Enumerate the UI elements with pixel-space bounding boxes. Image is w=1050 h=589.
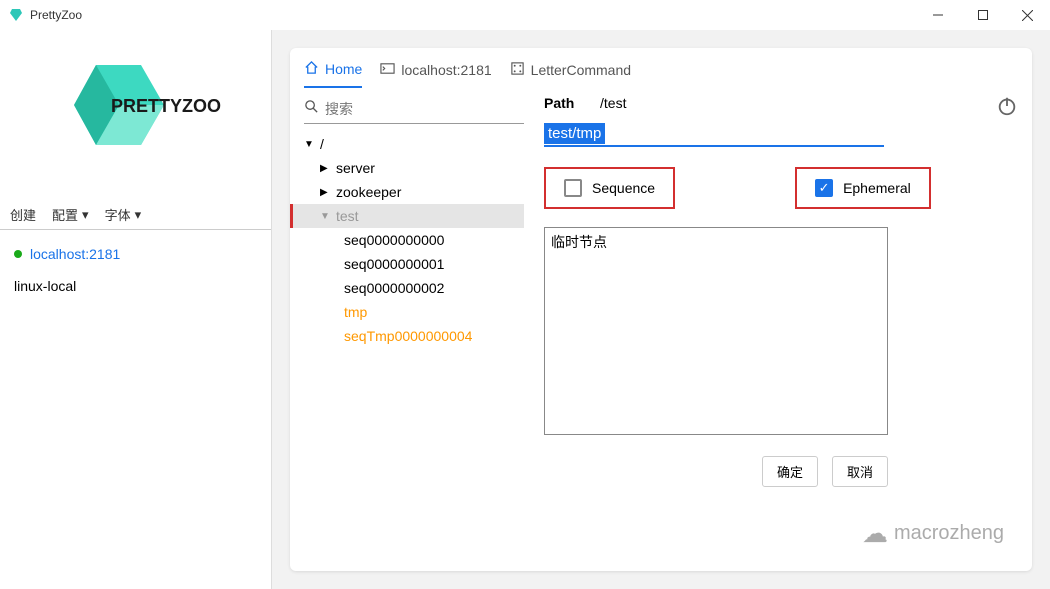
tree-pane: ▼/ ▶server ▶zookeeper ▼test seq000000000… [304,95,524,557]
home-icon [304,60,319,78]
search-row [304,95,524,124]
panel: Home localhost:2181 LetterCommand [290,48,1032,571]
svg-text:PRETTYZOO: PRETTYZOO [111,96,221,116]
server-item-linux-local[interactable]: linux-local [0,270,271,302]
ok-button[interactable]: 确定 [762,456,818,487]
sequence-label: Sequence [592,180,655,196]
cancel-button[interactable]: 取消 [832,456,888,487]
sidebar-menu: 创建 配置 ▾ 字体 ▾ [0,200,271,230]
power-icon[interactable] [996,95,1018,122]
maximize-button[interactable] [960,0,1005,30]
minimize-button[interactable] [915,0,960,30]
main: Home localhost:2181 LetterCommand [272,30,1050,589]
chevron-down-icon: ▾ [135,207,142,223]
menu-font[interactable]: 字体 ▾ [105,205,142,224]
window-controls [915,0,1050,30]
logo: PRETTYZOO [0,30,271,200]
tree-node-zookeeper[interactable]: ▶zookeeper [304,180,524,204]
app-icon [8,7,24,23]
form-pane: Path /test test/tmp Sequence [524,95,1018,557]
content: ▼/ ▶server ▶zookeeper ▼test seq000000000… [290,89,1032,571]
tab-home[interactable]: Home [304,60,362,88]
collapse-icon: ▼ [304,139,316,150]
tree-root[interactable]: ▼/ [304,132,524,156]
tree-node-seq2[interactable]: seq0000000002 [304,276,524,300]
tree-node-tmp[interactable]: tmp [304,300,524,324]
expand-icon: ▶ [320,163,332,174]
collapse-icon: ▼ [320,211,332,222]
titlebar: PrettyZoo [0,0,1050,30]
expand-icon: ▶ [320,187,332,198]
tree-node-test[interactable]: ▼test [290,204,524,228]
path-value: /test [600,95,626,111]
ephemeral-label: Ephemeral [843,180,911,196]
tree-node-seqtmp4[interactable]: seqTmp0000000004 [304,324,524,348]
window-title: PrettyZoo [30,8,915,22]
sidebar: PRETTYZOO 创建 配置 ▾ 字体 ▾ localhost:2181 li… [0,30,272,589]
tab-letter-command[interactable]: LetterCommand [510,61,631,87]
node-name-value: test/tmp [544,123,605,144]
close-button[interactable] [1005,0,1050,30]
chevron-down-icon: ▾ [82,207,89,223]
server-label: linux-local [14,278,76,294]
watermark: ☁ macrozheng [862,518,1004,549]
sequence-option[interactable]: Sequence [544,167,675,209]
checkbox-unchecked-icon [564,179,582,197]
tree: ▼/ ▶server ▶zookeeper ▼test seq000000000… [304,132,524,348]
terminal-icon [380,61,395,79]
search-icon [304,99,319,119]
checkbox-checked-icon: ✓ [815,179,833,197]
tree-node-seq1[interactable]: seq0000000001 [304,252,524,276]
menu-config[interactable]: 配置 ▾ [52,205,89,224]
node-name-field[interactable]: test/tmp [544,125,884,147]
tree-node-server[interactable]: ▶server [304,156,524,180]
tabs: Home localhost:2181 LetterCommand [290,48,1032,89]
command-icon [510,61,525,79]
server-item-localhost[interactable]: localhost:2181 [0,238,271,270]
search-input[interactable] [325,101,524,117]
menu-create[interactable]: 创建 [10,205,36,224]
status-dot-icon [14,250,22,258]
wechat-icon: ☁ [862,518,888,549]
tab-host[interactable]: localhost:2181 [380,61,491,87]
data-textarea[interactable]: 临时节点 [544,227,888,435]
tree-node-seq0[interactable]: seq0000000000 [304,228,524,252]
ephemeral-option[interactable]: ✓ Ephemeral [795,167,931,209]
path-label: Path [544,95,600,111]
server-label: localhost:2181 [30,246,120,262]
server-list: localhost:2181 linux-local [0,230,271,310]
